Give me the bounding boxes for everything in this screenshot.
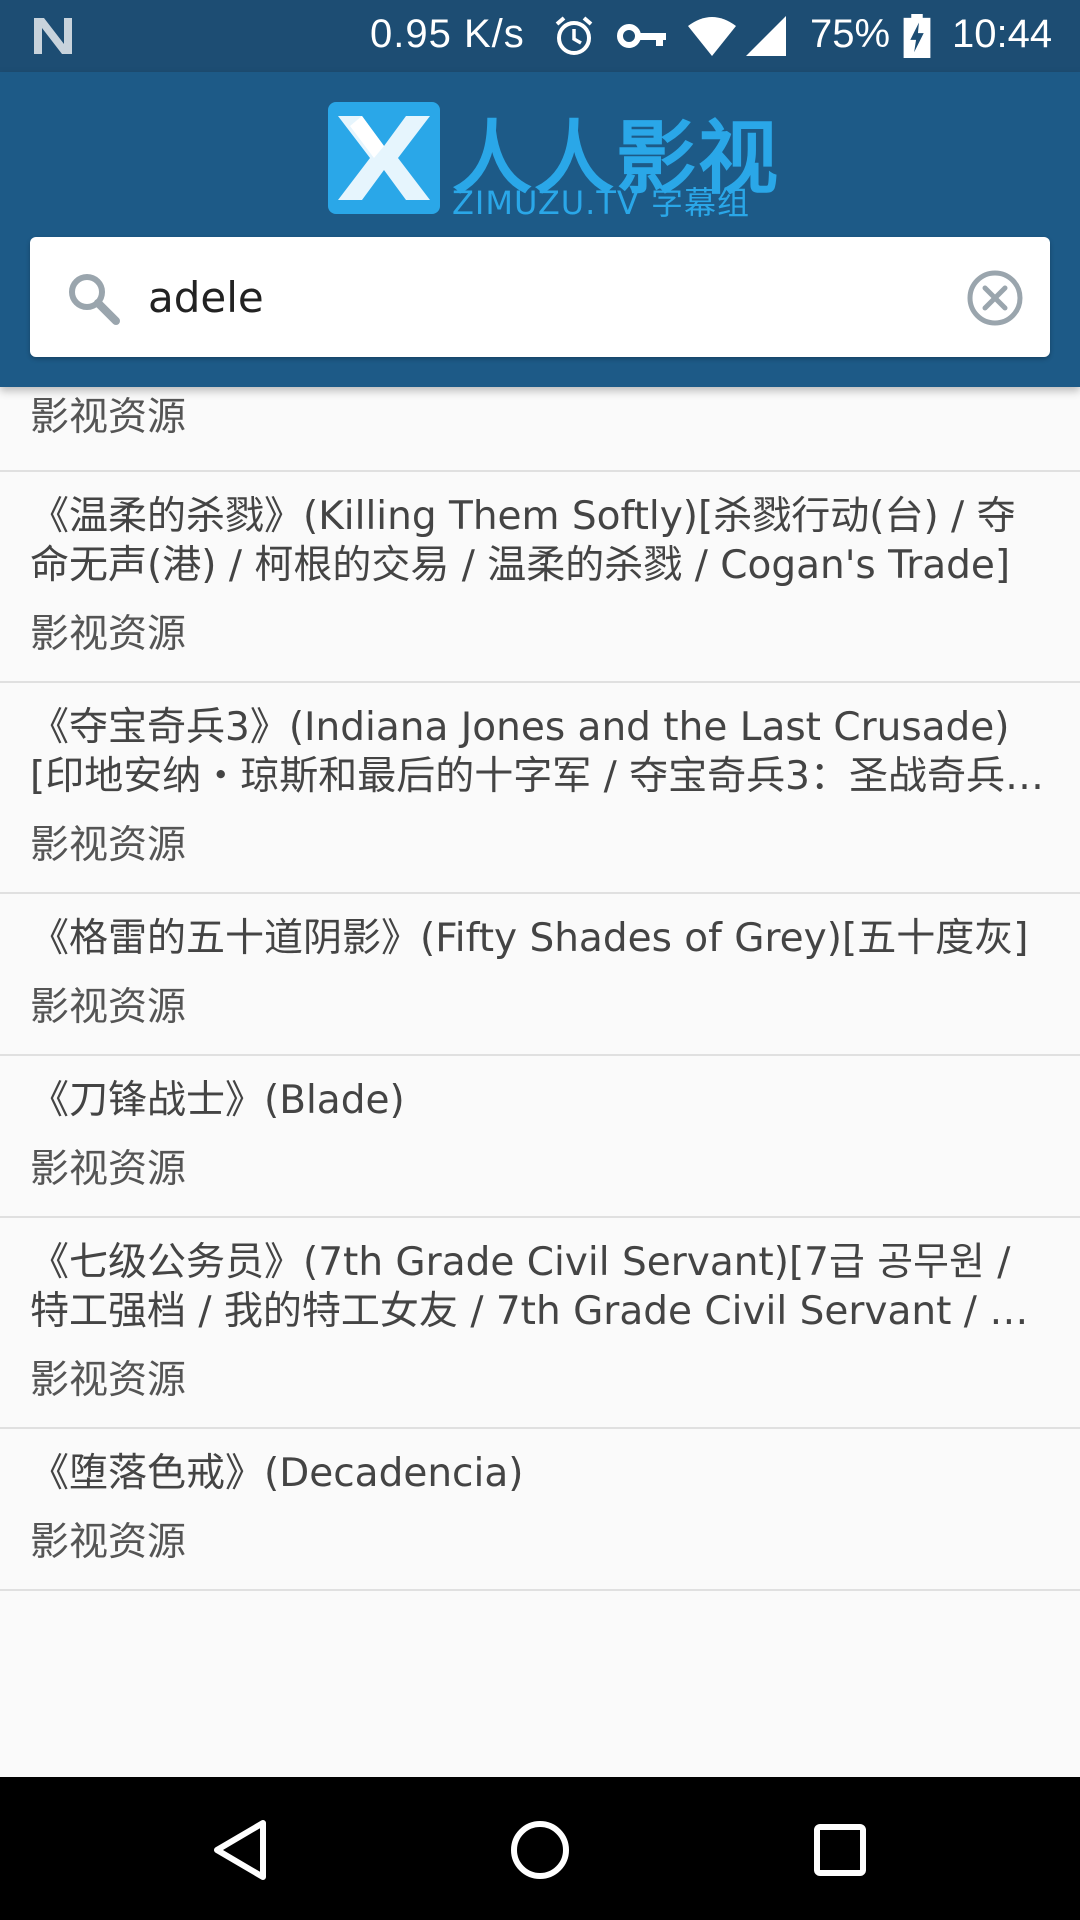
- list-item[interactable]: 影视资源: [0, 387, 1080, 472]
- item-title: 《堕落色戒》(Decadencia): [30, 1451, 524, 1496]
- list-item[interactable]: 《堕落色戒》(Decadencia) 影视资源: [0, 1429, 1080, 1591]
- clock: 10:44: [952, 12, 1053, 56]
- list-item[interactable]: 《温柔的杀戮》(Killing Them Softly)[杀戮行动(台) / 夺…: [0, 472, 1080, 683]
- search-results-list: 影视资源 《温柔的杀戮》(Killing Them Softly)[杀戮行动(台…: [0, 387, 1080, 1777]
- app-header: 人人影视 ZIMUZU.TV 字幕组: [0, 72, 1080, 387]
- item-type: 影视资源: [30, 823, 187, 868]
- item-title: 《格雷的五十道阴影》(Fifty Shades of Grey)[五十度灰]: [30, 916, 1029, 961]
- list-item[interactable]: 《夺宝奇兵3》(Indiana Jones and the Last Crusa…: [0, 683, 1080, 894]
- item-title: 《温柔的杀戮》(Killing Them Softly)[杀戮行动(台) / 夺…: [30, 494, 1016, 588]
- alarm-icon: [555, 16, 593, 55]
- item-type: 影视资源: [30, 612, 187, 657]
- wifi-icon: [688, 17, 736, 56]
- battery-charging-icon: [903, 14, 931, 58]
- item-type: 影视资源: [30, 985, 187, 1030]
- vpn-key-icon: [617, 24, 666, 48]
- item-title: 《刀锋战士》(Blade): [30, 1078, 405, 1123]
- list-item[interactable]: 《格雷的五十道阴影》(Fifty Shades of Grey)[五十度灰] 影…: [0, 894, 1080, 1056]
- clear-icon[interactable]: [966, 269, 1024, 327]
- search-bar[interactable]: [30, 237, 1050, 357]
- status-bar: 0.95 K/s 75% 10:44: [0, 0, 1080, 72]
- item-type: 影视资源: [30, 1358, 187, 1403]
- signal-icon: [746, 16, 786, 56]
- notification-n-icon: [34, 18, 72, 54]
- network-speed: 0.95 K/s: [370, 12, 525, 56]
- logo-subtitle: ZIMUZU.TV 字幕组: [452, 184, 750, 222]
- search-icon[interactable]: [66, 271, 120, 325]
- navigation-bar: [0, 1777, 1080, 1920]
- battery-percent: 75%: [810, 12, 891, 56]
- list-item[interactable]: 《七级公务员》(7th Grade Civil Servant)[7급 공무원 …: [0, 1218, 1080, 1429]
- back-icon[interactable]: [205, 1815, 275, 1885]
- item-type: 影视资源: [30, 1520, 187, 1565]
- home-icon[interactable]: [505, 1815, 575, 1885]
- item-type: 影视资源: [30, 1147, 187, 1192]
- search-input[interactable]: [146, 261, 950, 333]
- list-item[interactable]: 《刀锋战士》(Blade) 影视资源: [0, 1056, 1080, 1218]
- app-logo: [328, 102, 440, 214]
- item-title: 《夺宝奇兵3》(Indiana Jones and the Last Crusa…: [30, 705, 1044, 799]
- item-type: 影视资源: [30, 395, 187, 440]
- recents-icon[interactable]: [805, 1815, 875, 1885]
- item-title: 《七级公务员》(7th Grade Civil Servant)[7급 공무원 …: [30, 1240, 1047, 1334]
